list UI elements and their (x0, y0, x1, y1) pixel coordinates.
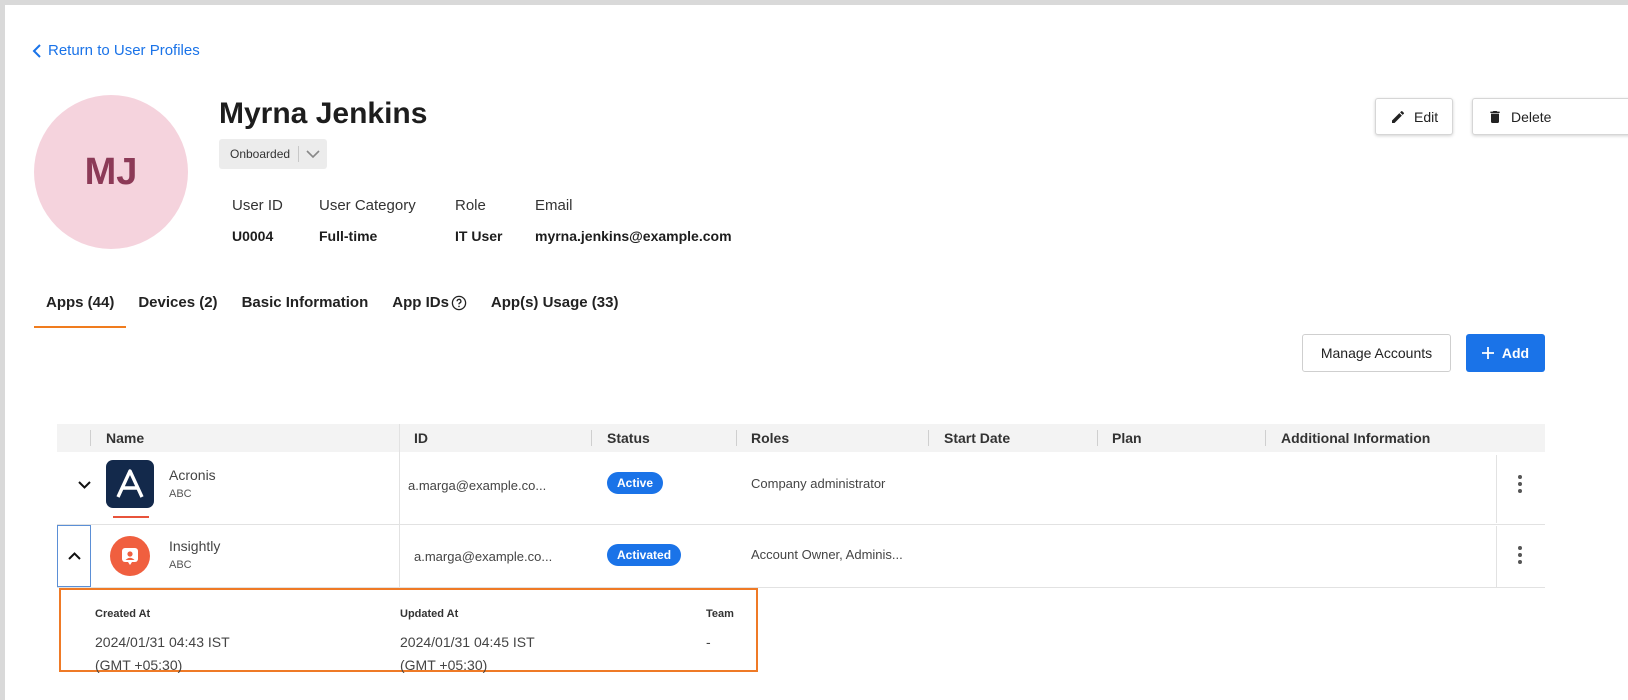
tab-devices[interactable]: Devices (2) (126, 286, 229, 328)
status-badge: Active (607, 472, 664, 494)
avatar: MJ (34, 95, 188, 249)
column-header-name[interactable]: Name (106, 430, 144, 446)
plus-icon (1481, 347, 1494, 359)
avatar-initials: MJ (84, 150, 138, 193)
chevron-left-icon (32, 43, 41, 58)
created-at-date: 2024/01/31 04:43 IST (95, 634, 230, 650)
pencil-icon (1392, 110, 1405, 123)
column-separator (1265, 430, 1266, 446)
tab-basic-information-label: Basic Information (241, 294, 369, 311)
app-org: ABC (169, 488, 192, 500)
tab-app-usage-label: App(s) Usage (33) (490, 294, 619, 311)
created-at-value: 2024/01/31 04:43 IST (GMT +05:30) (95, 631, 230, 677)
user-name: Myrna Jenkins (219, 97, 428, 130)
tab-app-ids-label: App IDs (392, 294, 449, 311)
status-dropdown[interactable]: Onboarded (219, 139, 327, 169)
edit-button[interactable]: Edit (1375, 98, 1454, 135)
tab-apps-label: Apps (44) (46, 294, 115, 311)
created-at-timezone: (GMT +05:30) (95, 657, 183, 673)
chevron-down-icon (77, 481, 91, 489)
user-id-label: User ID (232, 197, 283, 214)
help-circle-icon[interactable] (451, 295, 467, 311)
add-button[interactable]: Add (1466, 334, 1545, 372)
status-dropdown-value: Onboarded (219, 146, 300, 162)
created-at-label: Created At (95, 608, 151, 620)
user-category-value: Full-time (319, 228, 378, 244)
column-separator (591, 430, 592, 446)
updated-at-timezone: (GMT +05:30) (400, 657, 488, 673)
app-roles: Account Owner, Adminis... (751, 547, 903, 562)
app-roles: Company administrator (751, 476, 886, 491)
kebab-menu-icon[interactable] (1511, 545, 1529, 570)
tab-app-usage[interactable]: App(s) Usage (33) (479, 286, 631, 328)
email-value: myrna.jenkins@example.com (535, 228, 732, 244)
collapse-row-button[interactable] (57, 525, 91, 587)
column-separator (1097, 430, 1098, 446)
tab-apps[interactable]: Apps (44) (34, 286, 127, 328)
column-separator (928, 430, 929, 446)
tab-bar: Apps (44) Devices (2) Basic Information … (34, 286, 630, 328)
kebab-menu-icon[interactable] (1511, 474, 1529, 499)
tab-basic-information[interactable]: Basic Information (230, 286, 381, 328)
column-separator (90, 430, 91, 446)
role-label: Role (455, 197, 486, 214)
column-header-status[interactable]: Status (607, 430, 650, 446)
updated-at-value: 2024/01/31 04:45 IST (GMT +05:30) (400, 631, 535, 677)
updated-at-date: 2024/01/31 04:45 IST (400, 634, 535, 650)
updated-at-label: Updated At (400, 608, 459, 620)
acronis-logo (106, 460, 154, 508)
column-header-id[interactable]: ID (414, 430, 428, 446)
chevron-up-icon (67, 552, 81, 560)
return-to-user-profiles-link[interactable]: Return to User Profiles (32, 42, 200, 59)
column-header-additional-information[interactable]: Additional Information (1281, 430, 1430, 446)
app-org: ABC (169, 559, 192, 571)
app-name[interactable]: Insightly (169, 538, 220, 554)
delete-button-label: Delete (1511, 108, 1552, 125)
app-name[interactable]: Acronis (169, 467, 216, 483)
acronis-logo-accent (113, 516, 149, 518)
email-label: Email (535, 197, 573, 214)
column-header-plan[interactable]: Plan (1112, 430, 1142, 446)
tab-devices-label: Devices (2) (138, 294, 218, 311)
app-account-id: a.marga@example.co... (408, 478, 547, 493)
team-value: - (706, 634, 711, 650)
trash-icon (1490, 110, 1500, 123)
user-category-label: User Category (319, 197, 416, 214)
chevron-down-icon (299, 149, 327, 159)
delete-button[interactable]: Delete (1472, 98, 1628, 135)
insightly-logo (110, 536, 150, 576)
back-link-label: Return to User Profiles (48, 42, 200, 59)
team-label: Team (706, 608, 734, 620)
column-separator (736, 430, 737, 446)
expand-row-button[interactable] (67, 454, 101, 516)
user-id-value: U0004 (232, 228, 274, 244)
column-header-start-date[interactable]: Start Date (944, 430, 1010, 446)
app-account-id: a.marga@example.co... (414, 549, 553, 564)
edit-button-label: Edit (1414, 108, 1439, 125)
role-value: IT User (455, 228, 503, 244)
tab-app-ids[interactable]: App IDs (380, 286, 479, 328)
add-button-label: Add (1501, 345, 1530, 361)
manage-accounts-button[interactable]: Manage Accounts (1302, 334, 1451, 372)
column-header-roles[interactable]: Roles (751, 430, 789, 446)
status-badge: Activated (607, 544, 682, 566)
row-details-panel: Created At 2024/01/31 04:43 IST (GMT +05… (59, 588, 758, 673)
